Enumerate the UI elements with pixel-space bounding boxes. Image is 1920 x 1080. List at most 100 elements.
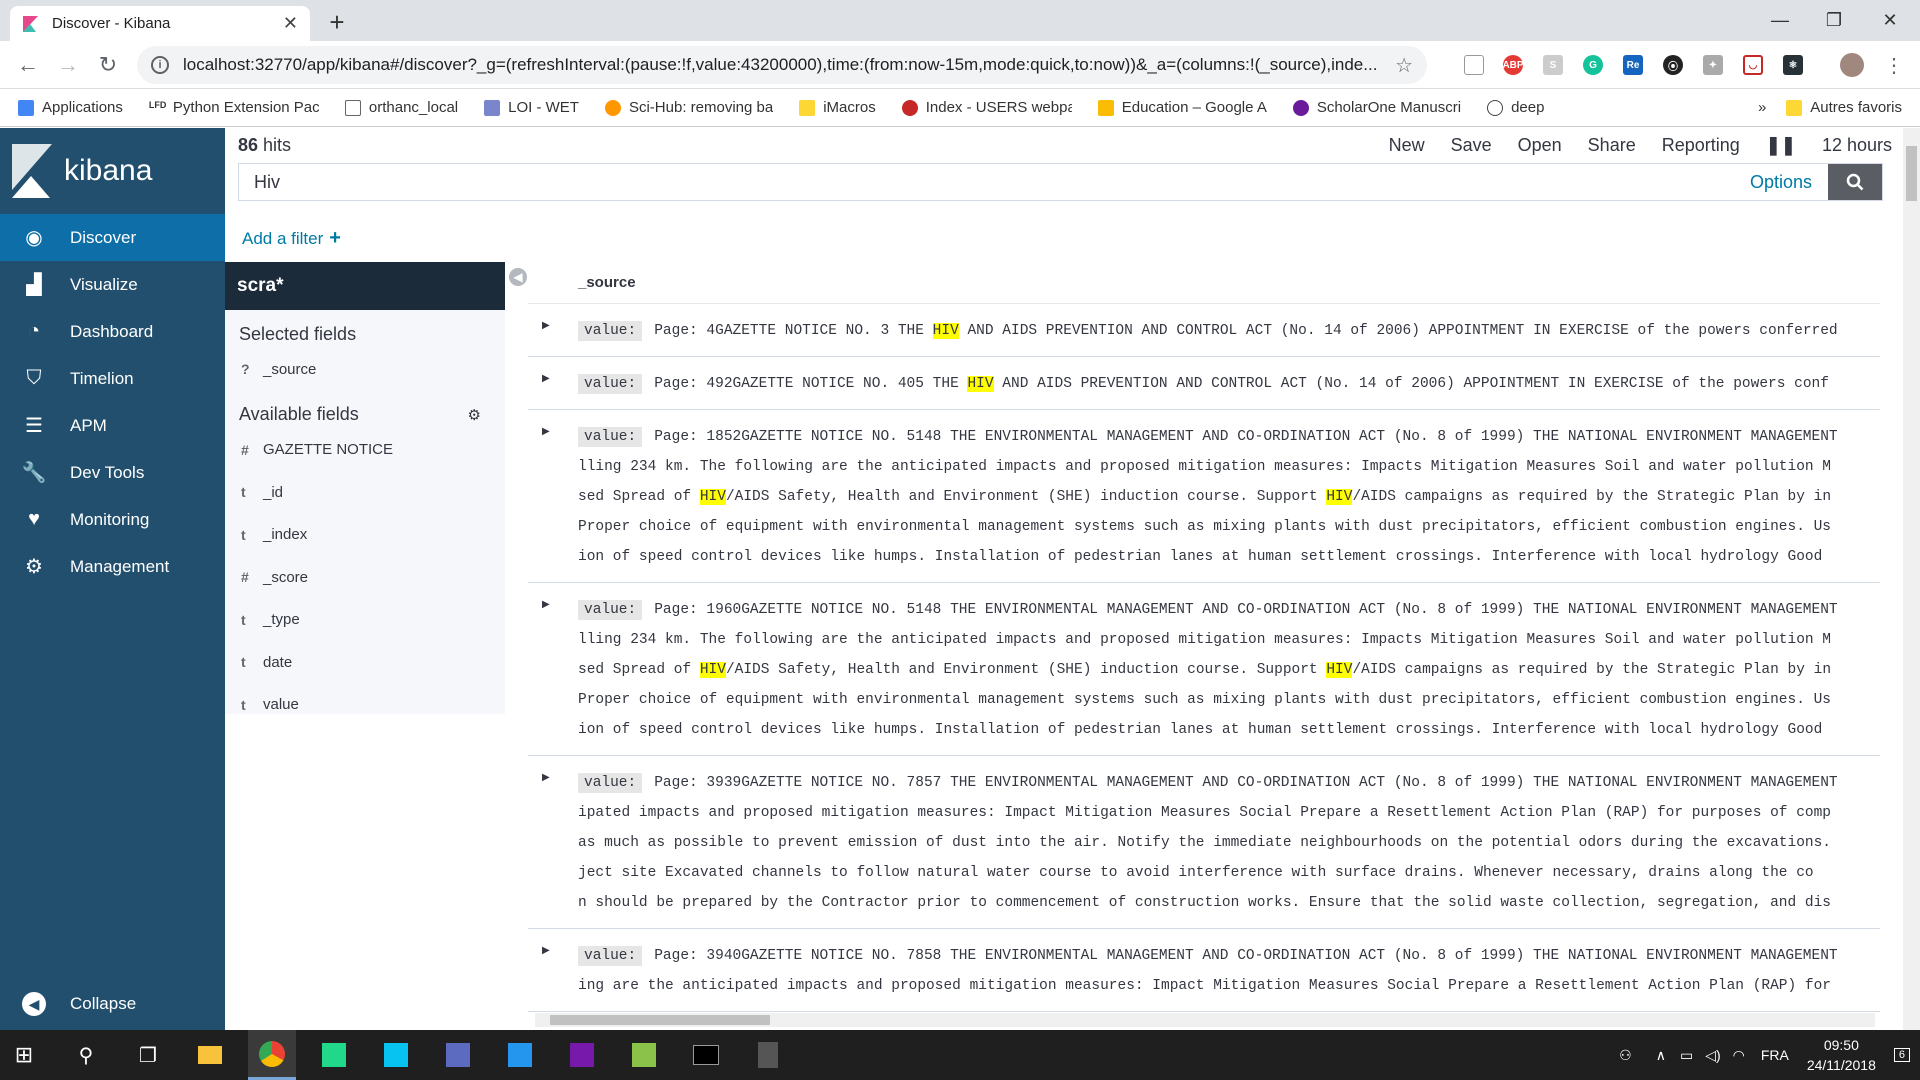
bookmark-item[interactable]: iMacros <box>799 99 876 116</box>
clock[interactable]: 09:50 24/11/2018 <box>1807 1035 1876 1075</box>
open-button[interactable]: Open <box>1518 135 1562 156</box>
add-filter-button[interactable]: Add a filter <box>242 229 323 249</box>
expand-row-icon[interactable]: ▶ <box>542 945 550 956</box>
browser-tab[interactable]: Discover - Kibana ✕ <box>10 6 310 41</box>
search-button[interactable] <box>1828 164 1882 200</box>
reporting-button[interactable]: Reporting <box>1662 135 1740 156</box>
field-item[interactable]: # _score <box>225 556 505 599</box>
index-pattern-selector[interactable]: scra* <box>225 262 505 310</box>
horizontal-scrollbar[interactable] <box>535 1013 1875 1027</box>
gear-icon[interactable]: ⚙ <box>468 406 481 424</box>
kibana-logo[interactable]: kibana <box>0 128 225 214</box>
notification-icon[interactable]: 6 <box>1893 1048 1910 1062</box>
close-tab-icon[interactable]: ✕ <box>283 13 298 34</box>
options-button[interactable]: Options <box>1750 172 1812 193</box>
language-indicator[interactable]: FRA <box>1761 1047 1789 1063</box>
chevron-up-icon[interactable]: ∧ <box>1656 1047 1666 1064</box>
nav-monitoring[interactable]: ♥ Monitoring <box>0 496 225 543</box>
lock-extension-icon[interactable]: ⦿ <box>1663 55 1683 75</box>
s-extension-icon[interactable]: S <box>1543 55 1563 75</box>
column-header[interactable]: _source <box>528 262 1880 304</box>
volume-icon[interactable]: ◁) <box>1705 1047 1720 1064</box>
profile-avatar[interactable] <box>1840 53 1864 77</box>
wifi-icon[interactable]: ◠ <box>1733 1047 1745 1064</box>
react-extension-icon[interactable]: ⚛ <box>1783 55 1803 75</box>
expand-row-icon[interactable]: ▶ <box>542 320 550 331</box>
nav-dashboard[interactable]: ◔ Dashboard <box>0 308 225 355</box>
file-explorer-icon[interactable] <box>186 1030 234 1080</box>
expand-row-icon[interactable]: ▶ <box>542 426 550 437</box>
new-button[interactable]: New <box>1389 135 1425 156</box>
adblock-extension-icon[interactable]: ABP <box>1502 55 1524 75</box>
menu-kebab-icon[interactable]: ⋮ <box>1880 51 1908 79</box>
info-icon[interactable]: i <box>151 56 169 74</box>
collapse-button[interactable]: ◀ Collapse <box>22 992 136 1016</box>
plus-icon[interactable]: + <box>329 227 341 250</box>
scrollbar-thumb[interactable] <box>550 1015 770 1025</box>
share-button[interactable]: Share <box>1588 135 1636 156</box>
re-extension-icon[interactable]: Re <box>1623 55 1643 75</box>
expand-row-icon[interactable]: ▶ <box>542 599 550 610</box>
webstorm-icon[interactable] <box>372 1030 420 1080</box>
chrome-icon[interactable] <box>248 1030 296 1080</box>
bookmark-item[interactable]: Education – Google A <box>1097 99 1267 116</box>
bookmark-item[interactable]: deep <box>1487 99 1544 116</box>
pocket-extension-icon[interactable]: ◡ <box>1743 55 1763 75</box>
pycharm-icon[interactable] <box>310 1030 358 1080</box>
page-extension-icon[interactable] <box>1464 55 1484 75</box>
close-window-icon[interactable]: ✕ <box>1862 0 1918 41</box>
nav-timelion[interactable]: ⛉ Timelion <box>0 355 225 402</box>
grammarly-extension-icon[interactable]: G <box>1583 55 1603 75</box>
field-item[interactable]: t date <box>225 641 505 684</box>
bookmark-item[interactable]: Applications <box>18 99 123 116</box>
network-app-icon[interactable] <box>434 1030 482 1080</box>
maximize-icon[interactable]: ❐ <box>1806 0 1862 41</box>
windows-start-icon[interactable]: ⊞ <box>0 1030 48 1080</box>
bookmark-item[interactable]: ScholarOne Manuscri <box>1292 99 1461 116</box>
back-icon[interactable]: ← <box>14 51 42 79</box>
bookmarks-overflow[interactable]: » <box>1758 99 1766 116</box>
puzzle-extension-icon[interactable]: ✦ <box>1703 55 1723 75</box>
bookmark-item[interactable]: orthanc_local <box>344 99 458 116</box>
notepad-icon[interactable] <box>620 1030 668 1080</box>
pause-icon[interactable]: ❚❚ <box>1766 135 1796 156</box>
reload-icon[interactable]: ↻ <box>94 51 122 79</box>
search-input[interactable] <box>239 164 1750 200</box>
collapse-sidebar-icon[interactable]: ◀ <box>509 268 527 286</box>
bookmark-item[interactable]: Sci-Hub: removing ba <box>604 99 773 116</box>
expand-row-icon[interactable]: ▶ <box>542 772 550 783</box>
expand-row-icon[interactable]: ▶ <box>542 373 550 384</box>
minimize-icon[interactable]: — <box>1752 0 1808 41</box>
field-item[interactable]: ? _source <box>225 348 505 391</box>
forward-icon[interactable]: → <box>54 51 82 79</box>
battery-icon[interactable]: ▭ <box>1680 1047 1693 1064</box>
field-item[interactable]: t value <box>225 684 505 727</box>
kitematic-icon[interactable] <box>496 1030 544 1080</box>
bookmark-item[interactable]: LOI - WET <box>484 99 579 116</box>
nav-visualize[interactable]: ▟ Visualize <box>0 261 225 308</box>
task-view-icon[interactable]: ❐ <box>124 1030 172 1080</box>
new-tab-button[interactable]: + <box>322 7 352 37</box>
field-item[interactable]: t _id <box>225 471 505 514</box>
nav-dev-tools[interactable]: 🔧 Dev Tools <box>0 449 225 496</box>
address-bar[interactable]: i localhost:32770/app/kibana#/discover?_… <box>137 46 1427 84</box>
nav-management[interactable]: ⚙ Management <box>0 543 225 590</box>
vertical-scrollbar[interactable] <box>1903 128 1920 1030</box>
onenote-icon[interactable] <box>558 1030 606 1080</box>
calculator-icon[interactable] <box>744 1030 792 1080</box>
nav-apm[interactable]: ☰ APM <box>0 402 225 449</box>
search-icon[interactable]: ⚲ <box>62 1030 110 1080</box>
bookmark-item[interactable]: LFD Python Extension Pac <box>148 99 319 116</box>
nav-discover[interactable]: ◉ Discover <box>0 214 225 261</box>
save-button[interactable]: Save <box>1451 135 1492 156</box>
people-icon[interactable]: ⚇ <box>1619 1047 1632 1064</box>
terminal-icon[interactable] <box>682 1030 730 1080</box>
bookmark-item[interactable]: Index - USERS webpa <box>901 99 1072 116</box>
scrollbar-thumb[interactable] <box>1906 146 1917 201</box>
bookmark-star-icon[interactable]: ☆ <box>1395 53 1413 78</box>
other-bookmarks[interactable]: Autres favoris <box>1786 99 1902 116</box>
field-item[interactable]: t _type <box>225 599 505 642</box>
field-item[interactable]: t _index <box>225 514 505 557</box>
field-item[interactable]: # GAZETTE NOTICE <box>225 429 505 472</box>
time-picker-button[interactable]: 12 hours <box>1822 135 1892 156</box>
